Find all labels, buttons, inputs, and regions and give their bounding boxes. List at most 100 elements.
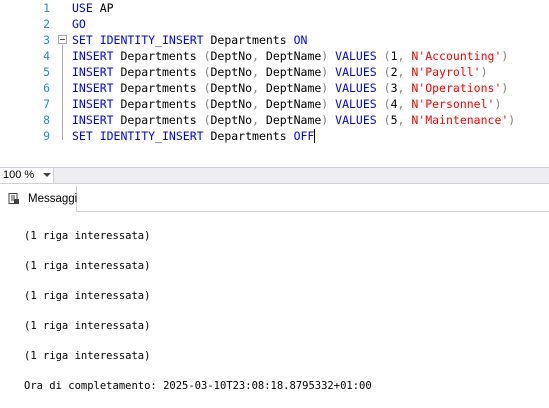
code-token: ( <box>203 81 211 95</box>
code-line[interactable]: 6 INSERT Departments (DeptNo, DeptName) V… <box>0 80 549 96</box>
line-number: 3 <box>43 33 50 47</box>
code-token: ) <box>480 65 488 79</box>
message-line: (1 riga interessata) <box>24 320 151 332</box>
code-text[interactable]: GO <box>72 16 86 32</box>
code-text[interactable]: USE AP <box>72 0 114 16</box>
tab-messages[interactable]: Messaggi <box>0 186 77 212</box>
code-token: DeptNo <box>210 81 253 95</box>
code-text[interactable]: INSERT Departments (DeptNo, DeptName) VA… <box>72 48 508 64</box>
line-number: 8 <box>43 113 50 127</box>
zoom-select[interactable]: 100 % <box>0 168 54 183</box>
code-token: ) <box>494 97 502 111</box>
code-token: DeptName <box>265 97 322 111</box>
code-token: SET IDENTITY_INSERT <box>72 33 211 47</box>
code-token: DeptName <box>265 49 322 63</box>
code-token: 5 <box>390 113 398 127</box>
messages-panel[interactable]: (1 riga interessata) (1 riga interessata… <box>0 212 549 408</box>
code-line[interactable]: 9 SET IDENTITY_INSERT Departments OFF <box>0 128 549 144</box>
code-token: ( <box>383 97 391 111</box>
code-token: ( <box>383 65 391 79</box>
code-line[interactable]: 2 GO <box>0 16 549 32</box>
code-token: 1 <box>390 49 398 63</box>
code-token: VALUES <box>335 97 384 111</box>
code-token: N'Maintenance' <box>411 113 509 127</box>
code-token: DeptName <box>265 81 322 95</box>
code-token: ( <box>203 97 211 111</box>
fold-guide-line <box>62 45 63 140</box>
code-token: DeptNo <box>210 97 253 111</box>
code-token: INSERT <box>72 65 121 79</box>
code-line[interactable]: 8 INSERT Departments (DeptNo, DeptName) V… <box>0 112 549 128</box>
code-token: USE <box>72 1 100 15</box>
code-token: DeptName <box>265 65 322 79</box>
messages-icon <box>8 193 19 204</box>
code-token: , <box>397 49 412 63</box>
code-token: Departments <box>120 97 204 111</box>
code-token: N'Personnel' <box>411 97 495 111</box>
zoom-value: 100 % <box>3 169 35 181</box>
code-text[interactable]: SET IDENTITY_INSERT Departments ON <box>72 32 307 48</box>
code-token: INSERT <box>72 81 121 95</box>
code-text[interactable]: INSERT Departments (DeptNo, DeptName) VA… <box>72 96 501 112</box>
code-line[interactable]: 5 INSERT Departments (DeptNo, DeptName) V… <box>0 64 549 80</box>
code-text[interactable]: INSERT Departments (DeptNo, DeptName) VA… <box>72 80 508 96</box>
code-token: INSERT <box>72 97 121 111</box>
message-line: (1 riga interessata) <box>24 290 151 302</box>
code-token: 4 <box>390 97 398 111</box>
code-text[interactable]: INSERT Departments (DeptNo, DeptName) VA… <box>72 64 488 80</box>
code-text[interactable]: SET IDENTITY_INSERT Departments OFF <box>72 128 316 144</box>
code-token: Departments <box>210 33 294 47</box>
code-token: ( <box>383 49 391 63</box>
code-token: , <box>252 113 266 127</box>
code-token: ( <box>203 65 211 79</box>
code-token: N'Operations' <box>411 81 502 95</box>
line-number: 7 <box>43 97 50 111</box>
code-line[interactable]: 7 INSERT Departments (DeptNo, DeptName) V… <box>0 96 549 112</box>
line-number: 1 <box>43 1 50 15</box>
code-token: DeptName <box>265 113 322 127</box>
line-number: 2 <box>43 17 50 31</box>
line-number: 6 <box>43 81 50 95</box>
code-token: VALUES <box>335 81 384 95</box>
code-token: ) <box>501 81 509 95</box>
code-token: GO <box>72 17 86 31</box>
line-number: 5 <box>43 65 50 79</box>
message-line: (1 riga interessata) <box>24 260 151 272</box>
code-token: Departments <box>120 49 204 63</box>
code-token: ) <box>321 113 336 127</box>
code-token: Departments <box>120 65 204 79</box>
code-token: ( <box>203 113 211 127</box>
code-token: DeptNo <box>210 113 253 127</box>
code-token: ) <box>321 49 336 63</box>
code-token: 3 <box>390 81 398 95</box>
code-token: , <box>252 49 266 63</box>
completion-time: Ora di completamento: 2025-03-10T23:08:1… <box>24 380 372 392</box>
code-token: Departments <box>120 113 204 127</box>
code-token: Departments <box>120 81 204 95</box>
code-token: ) <box>508 113 516 127</box>
code-token: , <box>397 97 412 111</box>
collapse-icon[interactable] <box>58 35 67 44</box>
results-tab-strip: Messaggi <box>0 186 549 212</box>
code-token: VALUES <box>335 49 384 63</box>
code-token: OFF <box>293 129 315 143</box>
code-line[interactable]: 3 SET IDENTITY_INSERT Departments ON <box>0 32 549 48</box>
message-line: (1 riga interessata) <box>24 350 151 362</box>
code-token: VALUES <box>335 65 384 79</box>
code-token: , <box>397 113 412 127</box>
chevron-down-icon[interactable] <box>43 173 51 177</box>
code-token: , <box>397 81 412 95</box>
zoom-bar: 100 % <box>0 167 549 184</box>
code-token: INSERT <box>72 113 121 127</box>
code-token: N'Payroll' <box>411 65 481 79</box>
code-line[interactable]: 4 INSERT Departments (DeptNo, DeptName) V… <box>0 48 549 64</box>
code-token: N'Accounting' <box>411 49 502 63</box>
code-text[interactable]: INSERT Departments (DeptNo, DeptName) VA… <box>72 112 515 128</box>
code-token: ( <box>383 81 391 95</box>
code-token: , <box>397 65 412 79</box>
code-line[interactable]: 1 USE AP <box>0 0 549 16</box>
code-token: , <box>252 97 266 111</box>
code-token: DeptNo <box>210 49 253 63</box>
query-editor[interactable]: 1 USE AP 2 GO 3 SET IDENTITY_INSERT Departmen… <box>0 0 549 160</box>
code-token: ( <box>383 113 391 127</box>
